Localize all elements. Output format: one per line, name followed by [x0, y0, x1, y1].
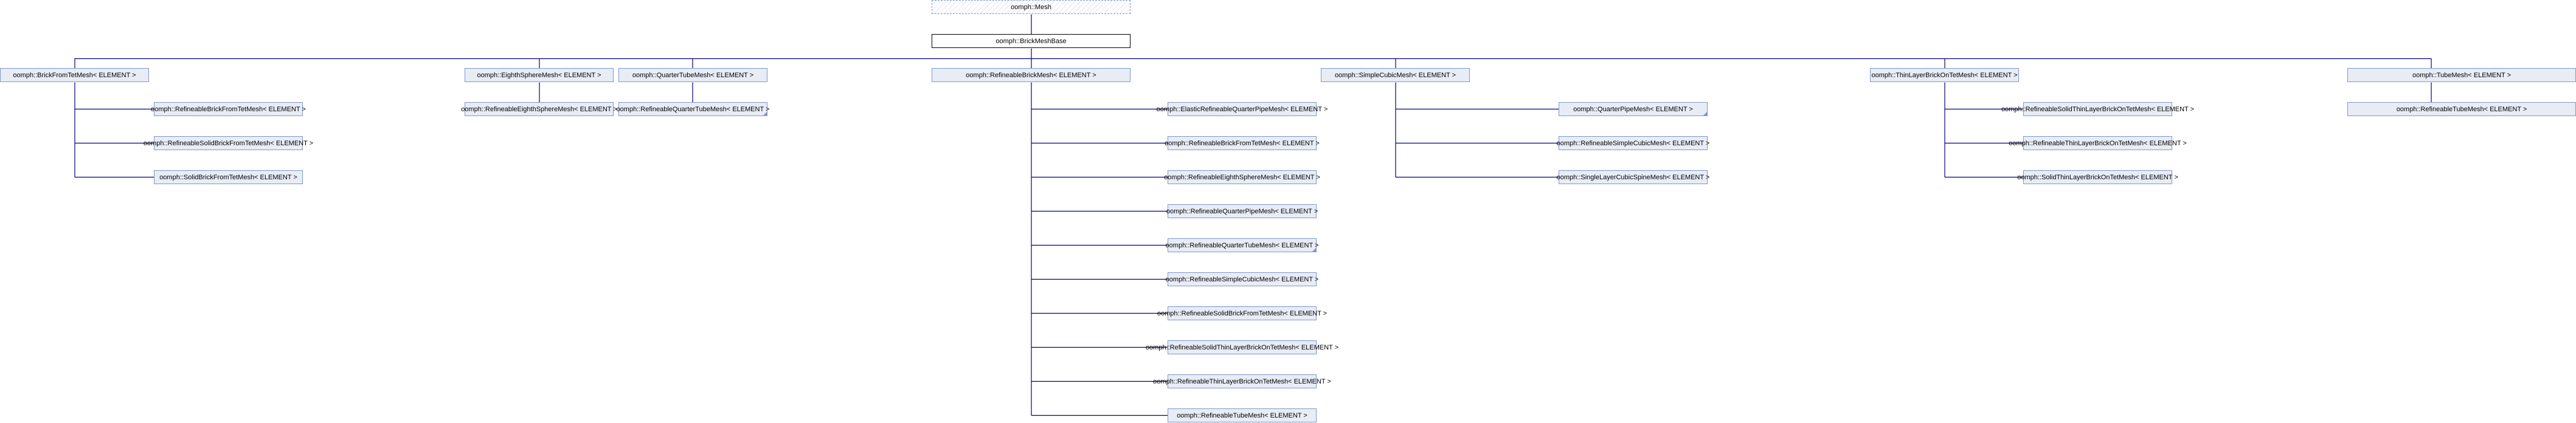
class-node-quarter-tube-mesh[interactable]: oomph::QuarterTubeMesh< ELEMENT > — [618, 68, 767, 82]
class-node-child[interactable]: oomph::RefineableQuarterTubeMesh< ELEMEN… — [1166, 238, 1318, 252]
class-node-child[interactable]: oomph::RefineableEighthSphereMesh< ELEME… — [1164, 170, 1320, 184]
class-node-mesh[interactable]: oomph::Mesh — [932, 0, 1130, 14]
class-node-simple-cubic-mesh[interactable]: oomph::SimpleCubicMesh< ELEMENT > — [1321, 68, 1470, 82]
class-node-child[interactable]: oomph::SolidBrickFromTetMesh< ELEMENT > — [154, 170, 303, 184]
class-node-thin-layer-brick-on-tet-mesh[interactable]: oomph::ThinLayerBrickOnTetMesh< ELEMENT … — [1870, 68, 2019, 82]
class-node-child[interactable]: oomph::RefineableThinLayerBrickOnTetMesh… — [1153, 374, 1331, 388]
class-node-refineable-brick-mesh[interactable]: oomph::RefineableBrickMesh< ELEMENT > — [932, 68, 1130, 82]
class-node-child[interactable]: oomph::RefineableThinLayerBrickOnTetMesh… — [2009, 136, 2187, 150]
class-node-child[interactable]: oomph::SolidThinLayerBrickOnTetMesh< ELE… — [2017, 170, 2178, 184]
class-node-child[interactable]: oomph::RefineableTubeMesh< ELEMENT > — [2347, 102, 2576, 116]
class-node-child[interactable]: oomph::SingleLayerCubicSpineMesh< ELEMEN… — [1557, 170, 1709, 184]
class-node-child[interactable]: oomph::RefineableBrickFromTetMesh< ELEME… — [151, 102, 306, 116]
class-node-child[interactable]: oomph::RefineableSolidThinLayerBrickOnTe… — [1146, 340, 1338, 354]
class-node-child[interactable]: oomph::RefineableSolidThinLayerBrickOnTe… — [2001, 102, 2194, 116]
class-node-child[interactable]: oomph::RefineableSolidBrickFromTetMesh< … — [144, 136, 313, 150]
class-node-child[interactable]: oomph::RefineableQuarterTubeMesh< ELEMEN… — [617, 102, 769, 116]
class-node-child[interactable]: oomph::QuarterPipeMesh< ELEMENT > — [1559, 102, 1708, 116]
class-node-child[interactable]: oomph::RefineableBrickFromTetMesh< ELEME… — [1165, 136, 1320, 150]
class-node-tube-mesh[interactable]: oomph::TubeMesh< ELEMENT > — [2347, 68, 2576, 82]
class-node-child[interactable]: oomph::ElasticRefineableQuarterPipeMesh<… — [1157, 102, 1328, 116]
class-node-child[interactable]: oomph::RefineableTubeMesh< ELEMENT > — [1168, 408, 1317, 422]
class-node-brick-from-tet-mesh[interactable]: oomph::BrickFromTetMesh< ELEMENT > — [0, 68, 149, 82]
class-node-child[interactable]: oomph::RefineableEighthSphereMesh< ELEME… — [461, 102, 617, 116]
class-node-child[interactable]: oomph::RefineableSimpleCubicMesh< ELEMEN… — [1557, 136, 1709, 150]
class-node-child[interactable]: oomph::RefineableSolidBrickFromTetMesh< … — [1157, 306, 1327, 320]
class-node-eighth-sphere-mesh[interactable]: oomph::EighthSphereMesh< ELEMENT > — [465, 68, 614, 82]
class-node-brick-mesh-base[interactable]: oomph::BrickMeshBase — [932, 34, 1130, 48]
class-node-child[interactable]: oomph::RefineableSimpleCubicMesh< ELEMEN… — [1166, 272, 1318, 286]
class-node-child[interactable]: oomph::RefineableQuarterPipeMesh< ELEMEN… — [1166, 204, 1318, 218]
